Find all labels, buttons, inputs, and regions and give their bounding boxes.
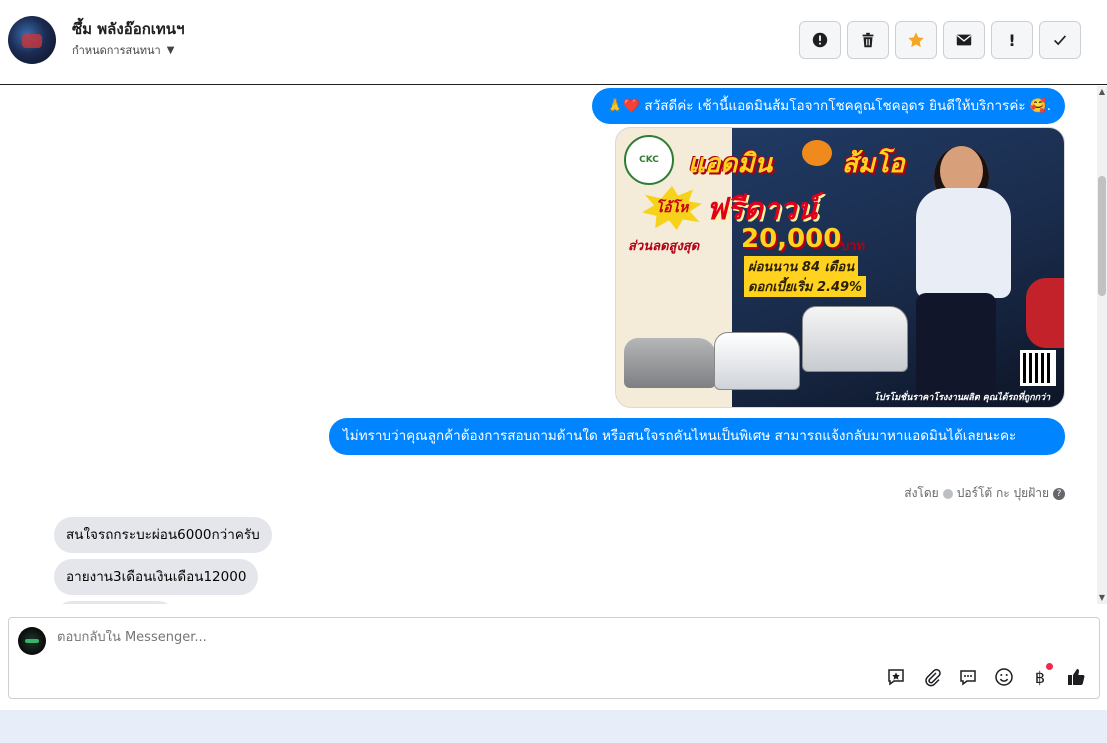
- scroll-thumb[interactable]: [1098, 176, 1106, 296]
- header-actions: !: [799, 21, 1081, 59]
- notification-dot: [1046, 663, 1053, 670]
- star-button[interactable]: [895, 21, 937, 59]
- promo-installment: ผ่อนนาน 84 เดือน: [744, 256, 859, 277]
- mark-done-button[interactable]: [1039, 21, 1081, 59]
- caret-down-icon: ▼: [166, 44, 175, 56]
- mark-spam-button[interactable]: [799, 21, 841, 59]
- help-icon[interactable]: ?: [1053, 487, 1065, 500]
- promo-title-admin: แอดมิน: [688, 149, 773, 179]
- incoming-message[interactable]: อายงาน3เดือนเงินเดือน12000: [54, 559, 259, 595]
- saved-reply-icon: [888, 669, 904, 686]
- sent-by-prefix: ส่งโดย: [904, 486, 939, 500]
- dealer-logo: CKC: [624, 135, 674, 185]
- quick-reply-button[interactable]: [957, 666, 979, 688]
- contact-avatar[interactable]: [8, 16, 56, 64]
- mark-unread-button[interactable]: [943, 21, 985, 59]
- baht-icon: ฿: [1034, 667, 1046, 687]
- agent-avatar-icon: [942, 488, 953, 499]
- incoming-message-partial[interactable]: [54, 601, 176, 604]
- check-icon: [1054, 35, 1067, 46]
- promo-discount-amount: 20,000: [741, 224, 842, 254]
- trash-icon: [862, 32, 874, 48]
- reply-composer: ฿: [8, 617, 1100, 699]
- delete-button[interactable]: [847, 21, 889, 59]
- payment-button[interactable]: ฿: [1029, 663, 1053, 688]
- outgoing-message[interactable]: ไม่ทราบว่าคุณลูกค้าต้องการสอบถามด้านใด ห…: [329, 418, 1065, 455]
- paperclip-icon: [925, 668, 941, 687]
- promo-burst: โอ้โห: [642, 186, 702, 230]
- promo-presenter-shirt: [916, 188, 1011, 298]
- bottom-background: [0, 710, 1107, 743]
- contact-name[interactable]: ซึ้ม พลังอ๊อกเทนฯ: [72, 17, 185, 41]
- chat-bubble-icon: [960, 670, 976, 686]
- page-avatar: [18, 627, 46, 655]
- assign-label: กำหนดการสนทนา: [72, 44, 161, 57]
- thread-scrollbar[interactable]: ▲ ▼: [1097, 86, 1107, 604]
- star-icon: [908, 32, 924, 48]
- scroll-up-icon[interactable]: ▲: [1097, 86, 1107, 98]
- promo-presenter-legs: [916, 293, 996, 403]
- attach-file-button[interactable]: [921, 666, 943, 688]
- qr-code: [1020, 350, 1056, 386]
- promo-car-pickup-cage: [802, 306, 908, 372]
- emoji-button[interactable]: [993, 666, 1015, 688]
- saved-replies-button[interactable]: [885, 666, 907, 688]
- promo-image[interactable]: CKC แอดมิน ส้มโอ โอ้โห ฟรีดาวน์ ส่วนลดสู…: [615, 127, 1065, 408]
- exclamation-icon: !: [1008, 30, 1016, 50]
- like-button[interactable]: [1065, 666, 1087, 688]
- promo-car-pickup: [714, 332, 800, 390]
- sent-by-info: ส่งโดย ปอร์โต้ กะ ปุยฝ้าย ?: [904, 484, 1065, 503]
- promo-title-somo: ส้มโอ: [842, 149, 905, 179]
- message-thread[interactable]: 🙏❤️ สวัสดีค่ะ เช้านี้แอดมินส้มโอจากโชคคู…: [0, 86, 1097, 604]
- sent-by-name[interactable]: ปอร์โต้ กะ ปุยฝ้าย: [957, 484, 1049, 503]
- promo-car-sedan: [624, 338, 716, 388]
- reply-input[interactable]: [57, 630, 757, 645]
- smiley-icon: [995, 668, 1013, 686]
- alert-circle-icon: [812, 32, 828, 48]
- assign-conversation-dropdown[interactable]: กำหนดการสนทนา ▼: [72, 41, 174, 59]
- follow-up-button[interactable]: !: [991, 21, 1033, 59]
- orange-icon: [802, 140, 832, 166]
- conversation-header: ซึ้ม พลังอ๊อกเทนฯ กำหนดการสนทนา ▼ !: [0, 0, 1107, 85]
- incoming-message[interactable]: สนใจรถกระบะผ่อน6000กว่าครับ: [54, 517, 272, 553]
- composer-tools: ฿: [885, 663, 1087, 688]
- promo-baht: บาท: [841, 239, 866, 254]
- outgoing-message[interactable]: 🙏❤️ สวัสดีค่ะ เช้านี้แอดมินส้มโอจากโชคคู…: [592, 88, 1065, 124]
- mail-icon: [956, 34, 972, 46]
- promo-interest: ดอกเบี้ยเริ่ม 2.49%: [744, 276, 867, 297]
- promo-discount-label: ส่วนลดสูงสุด: [628, 239, 700, 254]
- promo-footer: โปรโมชั่นราคาโรงงานผลิต คุณได้รถที่ถูกกว…: [874, 393, 1051, 403]
- scroll-down-icon[interactable]: ▼: [1097, 592, 1107, 604]
- thumbs-up-icon: [1068, 669, 1085, 685]
- promo-car-seat: [1026, 278, 1064, 348]
